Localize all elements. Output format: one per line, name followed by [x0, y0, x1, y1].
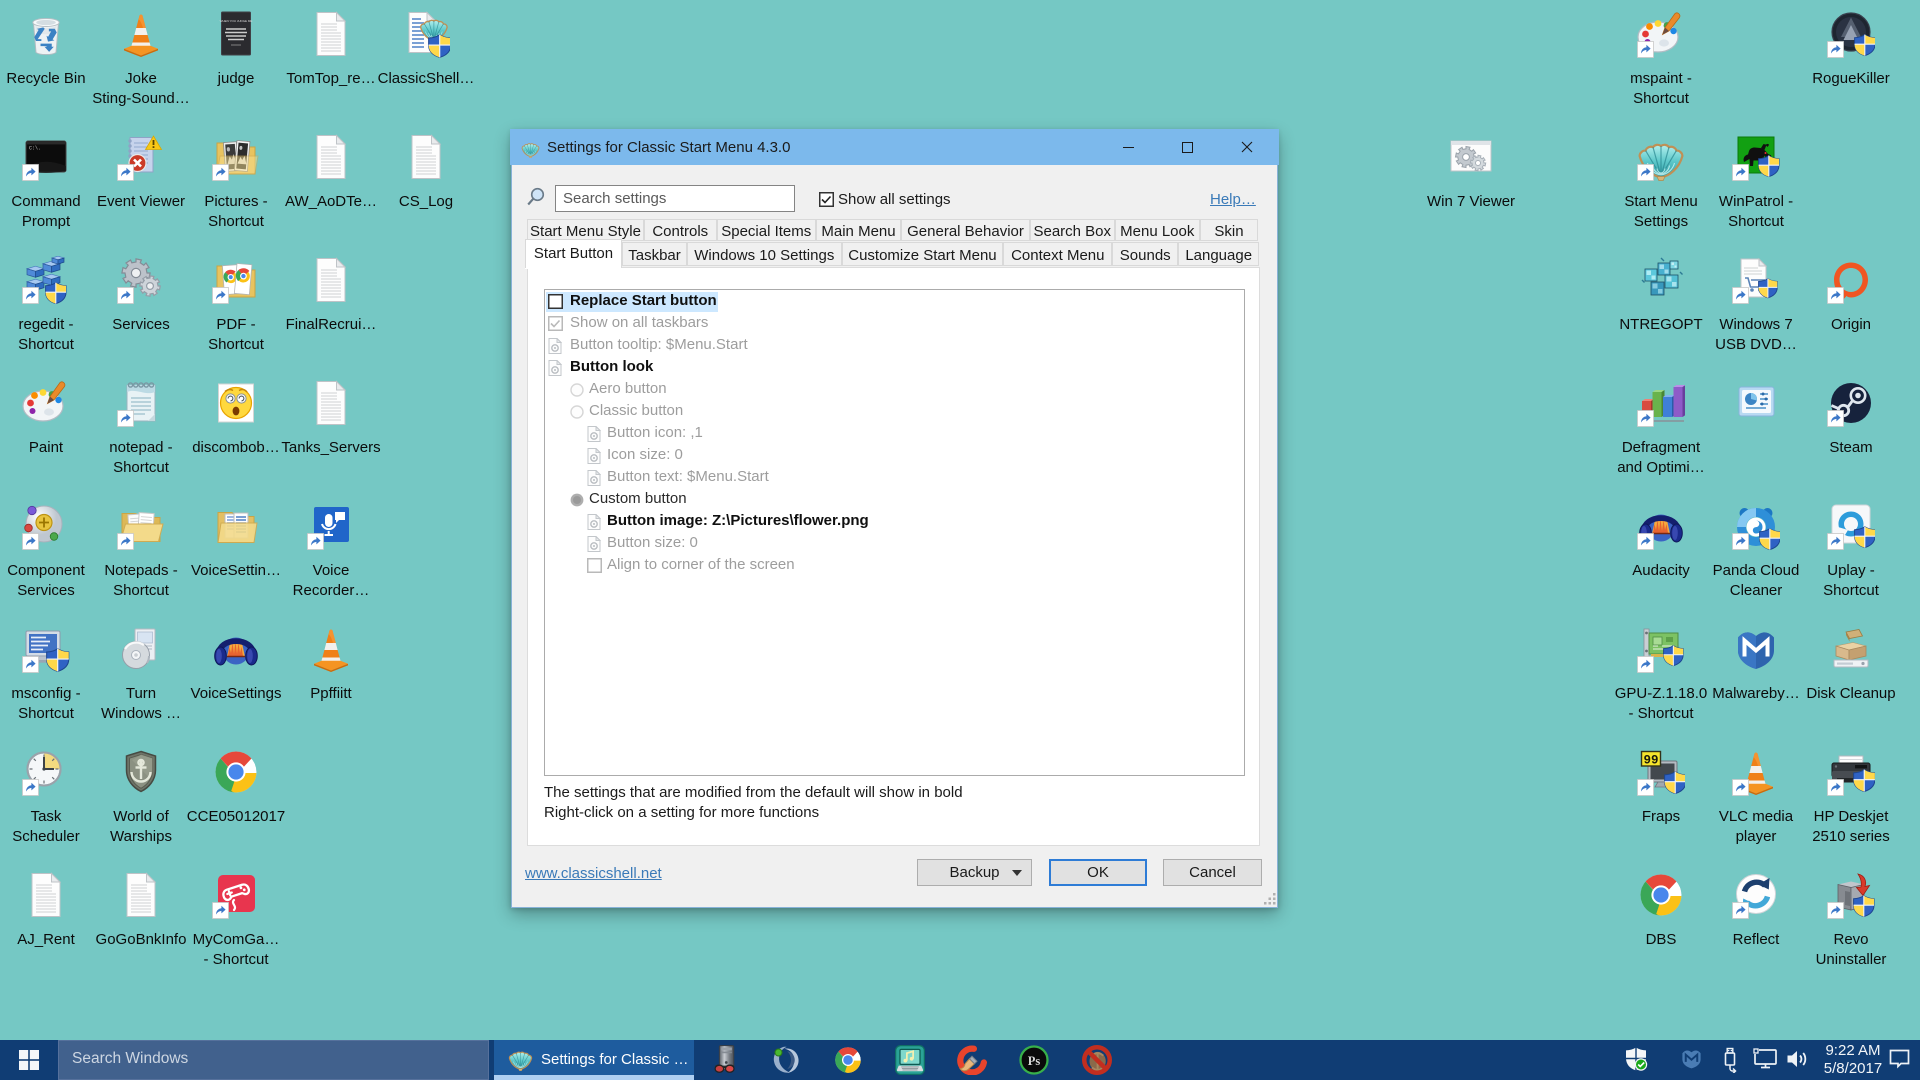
svg-text:C:\.: C:\. [29, 146, 41, 152]
svg-text:WHEN YOU JUDGE ME: WHEN YOU JUDGE ME [220, 19, 253, 23]
svg-text:99: 99 [1643, 754, 1658, 768]
svg-text:Ps: Ps [1028, 1054, 1041, 1068]
